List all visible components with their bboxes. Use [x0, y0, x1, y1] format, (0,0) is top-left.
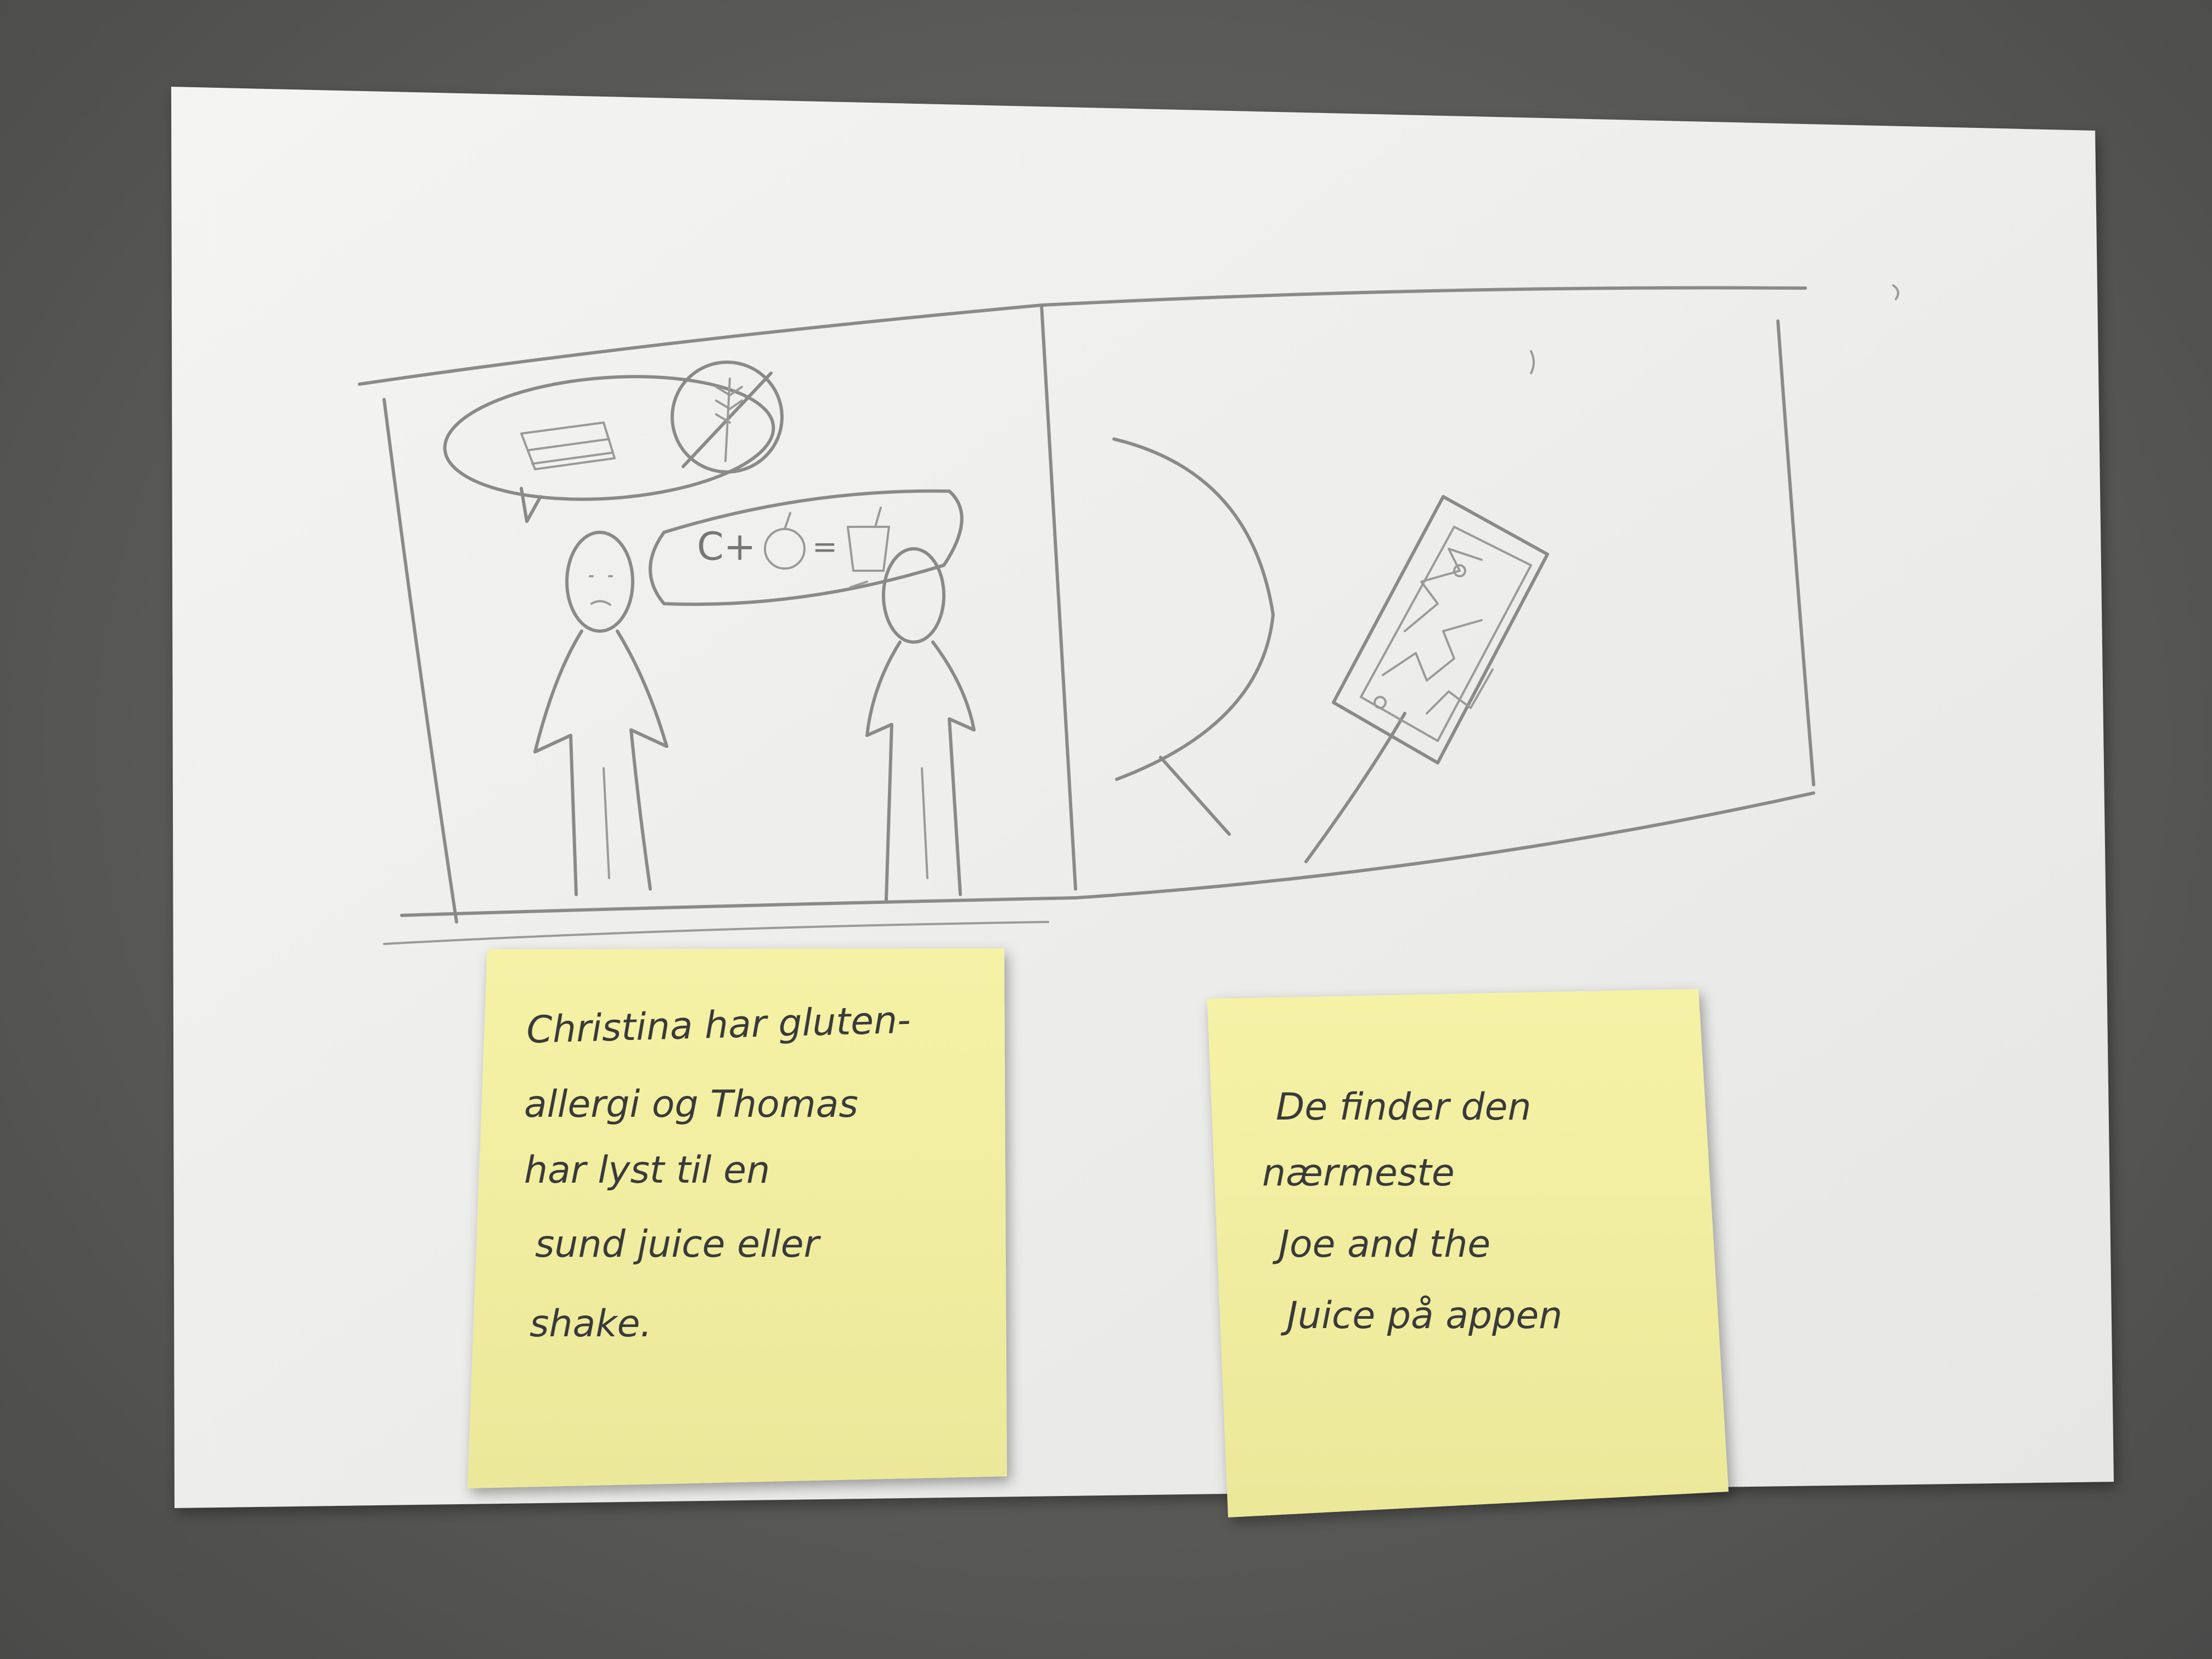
- note-left-line-2: allergi og Thomas: [524, 1083, 858, 1126]
- note-right-line-4: Juice på appen: [1280, 1294, 1562, 1337]
- svg-text:C+: C+: [697, 524, 756, 569]
- note-right-line-2: nærmeste: [1262, 1151, 1455, 1195]
- note-right-line-3: Joe and the: [1272, 1223, 1490, 1266]
- sticky-note-right: De finder den nærmeste Joe and the Juice…: [1207, 989, 1729, 1517]
- svg-text:=: =: [812, 529, 837, 564]
- note-right-line-1: De finder den: [1276, 1086, 1532, 1129]
- note-left-line-5: shake.: [530, 1302, 652, 1346]
- note-left-line-4: sund juice eller: [535, 1223, 821, 1266]
- sticky-note-left: Christina har gluten- allergi og Thomas …: [468, 948, 1007, 1488]
- note-left-line-3: har lyst til en: [524, 1149, 770, 1192]
- photo-scene: C+ = Christina har gluten- allergi og Th…: [171, 87, 2114, 1517]
